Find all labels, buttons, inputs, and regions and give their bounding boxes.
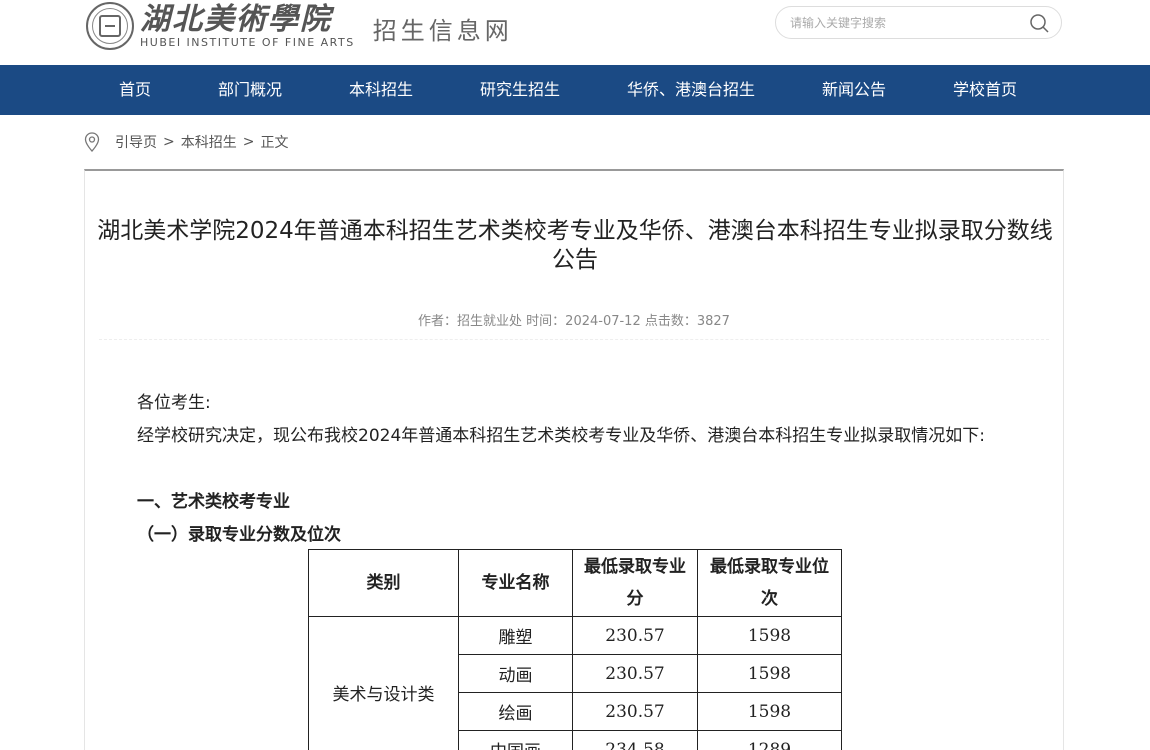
table-row: 美术与设计类 雕塑 230.57 1598 [308, 616, 842, 750]
nav-item-news[interactable]: 新闻公告 [822, 65, 886, 115]
subsection-heading: （一）录取专业分数及位次 [137, 525, 341, 545]
breadcrumb-undergraduate[interactable]: 本科招生 [181, 132, 237, 152]
breadcrumb: 引导页 > 本科招生 > 正文 [84, 131, 288, 153]
admission-score-table: 类别 专业名称 最低录取专业分 最低录取专业位次 美术与设计类 雕塑 230.5… [308, 549, 842, 750]
site-name: 招生信息网 [372, 16, 513, 45]
table-cell-score: 230.57 [572, 654, 698, 693]
nav-item-graduate[interactable]: 研究生招生 [480, 65, 560, 115]
table-cell-score: 234.58 [572, 730, 698, 750]
search-box [775, 6, 1062, 39]
table-cell-score: 230.57 [572, 616, 698, 655]
school-seal-icon [86, 2, 134, 50]
article-title: 湖北美术学院2024年普通本科招生艺术类校考专业及华侨、港澳台本科招生专业拟录取… [97, 218, 1053, 273]
search-icon[interactable] [1029, 13, 1049, 33]
divider [99, 339, 1049, 340]
breadcrumb-separator: > [242, 134, 255, 150]
main-nav: 首页 部门概况 本科招生 研究生招生 华侨、港澳台招生 新闻公告 学校首页 [0, 65, 1150, 115]
nav-item-undergraduate[interactable]: 本科招生 [349, 65, 413, 115]
logo-english-name: HUBEI INSTITUTE OF FINE ARTS [140, 36, 355, 49]
table-cell-major: 中国画 [458, 730, 573, 750]
breadcrumb-current: 正文 [260, 135, 289, 151]
table-cell-rank: 1598 [697, 654, 842, 693]
section-heading: 一、艺术类校考专业 [137, 492, 290, 512]
table-cell-rank: 1289 [697, 730, 842, 750]
site-header: 湖北美術學院 HUBEI INSTITUTE OF FINE ARTS 招生信息… [0, 0, 1150, 65]
search-input[interactable] [790, 14, 1020, 32]
location-pin-icon [84, 132, 100, 152]
table-header-major: 专业名称 [458, 549, 573, 617]
table-cell-rank: 1598 [697, 616, 842, 655]
breadcrumb-home[interactable]: 引导页 [115, 132, 157, 152]
table-cell-major: 雕塑 [458, 616, 573, 655]
nav-item-overseas[interactable]: 华侨、港澳台招生 [627, 65, 755, 115]
table-cell-major: 绘画 [458, 692, 573, 731]
table-header-min-rank: 最低录取专业位次 [697, 549, 842, 617]
logo-chinese-name: 湖北美術學院 [140, 2, 332, 37]
breadcrumb-separator: > [163, 134, 175, 150]
table-header-category: 类别 [308, 549, 459, 617]
greeting: 各位考生: [137, 393, 211, 413]
article-meta: 作者：招生就业处 时间：2024-07-12 点击数：3827 [418, 314, 730, 329]
site-logo[interactable]: 湖北美術學院 HUBEI INSTITUTE OF FINE ARTS 招生信息… [86, 2, 513, 50]
nav-item-about[interactable]: 部门概况 [218, 65, 282, 115]
table-header-min-score: 最低录取专业分 [572, 549, 698, 617]
table-cell-major: 动画 [458, 654, 573, 693]
table-cell-category: 美术与设计类 [308, 616, 459, 750]
table-cell-rank: 1598 [697, 692, 842, 731]
table-cell-score: 230.57 [572, 692, 698, 731]
article-container: 湖北美术学院2024年普通本科招生艺术类校考专业及华侨、港澳台本科招生专业拟录取… [84, 169, 1064, 750]
nav-item-home[interactable]: 首页 [119, 65, 151, 115]
nav-item-school-home[interactable]: 学校首页 [953, 65, 1017, 115]
intro-paragraph: 经学校研究决定，现公布我校2024年普通本科招生艺术类校考专业及华侨、港澳台本科… [137, 426, 985, 446]
